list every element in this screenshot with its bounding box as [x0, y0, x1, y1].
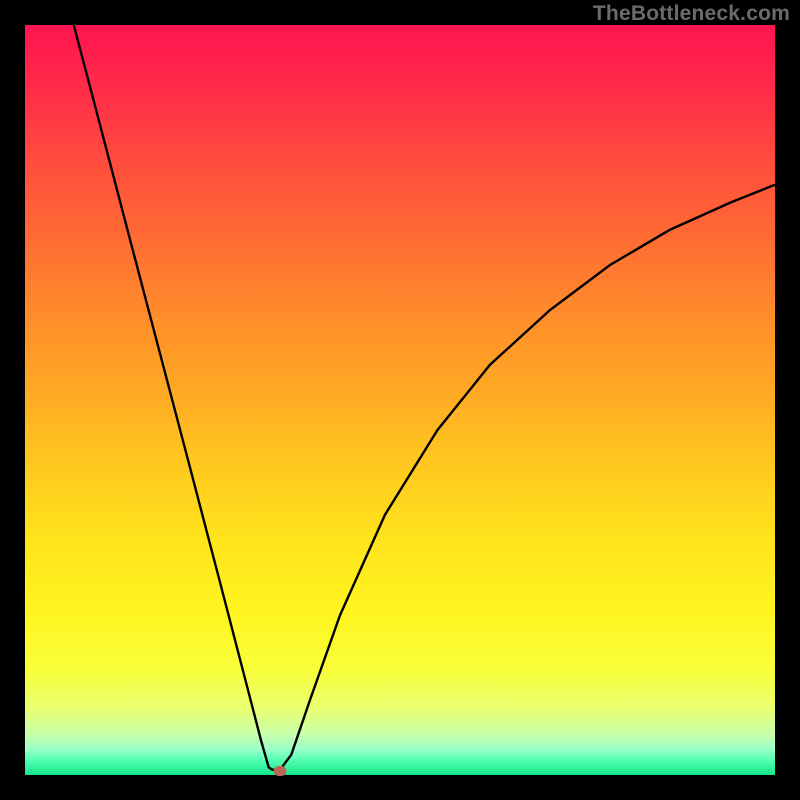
plot-area [25, 25, 775, 775]
bottleneck-curve [74, 25, 775, 770]
watermark-text: TheBottleneck.com [593, 2, 790, 26]
optimal-point-marker [274, 766, 287, 776]
curve-svg [25, 25, 775, 775]
chart-container: TheBottleneck.com [0, 0, 800, 800]
